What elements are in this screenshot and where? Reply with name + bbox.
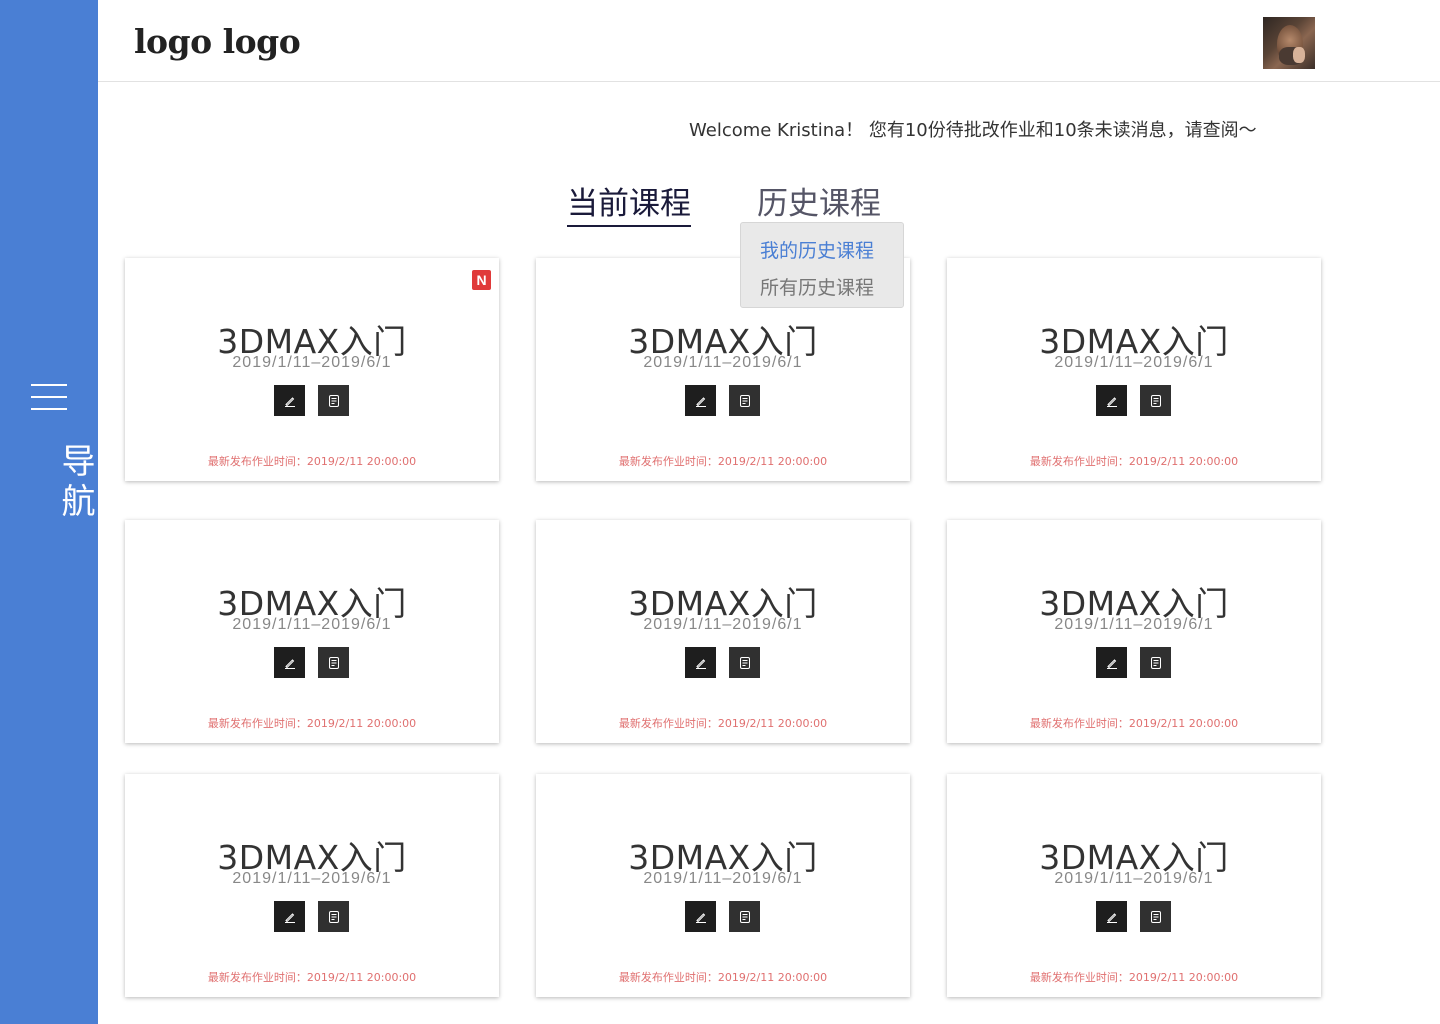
course-actions bbox=[274, 647, 349, 678]
notes-icon[interactable] bbox=[729, 901, 760, 932]
notes-icon[interactable] bbox=[318, 385, 349, 416]
nav-label[interactable]: 导航 bbox=[0, 433, 98, 533]
edit-icon[interactable] bbox=[685, 385, 716, 416]
course-actions bbox=[274, 385, 349, 416]
latest-assignment-time: 最新发布作业时间：2019/2/11 20:00:00 bbox=[207, 717, 417, 730]
course-dates: 2019/1/11–2019/6/1 bbox=[232, 616, 392, 633]
edit-icon[interactable] bbox=[274, 385, 305, 416]
course-card[interactable]: 3DMAX入门 2019/1/11–2019/6/1 最新发布作业时间：2019/2… bbox=[947, 774, 1321, 997]
course-dates: 2019/1/11–2019/6/1 bbox=[1054, 870, 1214, 887]
course-dates: 2019/1/11–2019/6/1 bbox=[1054, 616, 1214, 633]
course-actions bbox=[274, 901, 349, 932]
course-card[interactable]: 3DMAX入门 2019/1/11–2019/6/1 最新发布作业时间：2019/2… bbox=[536, 520, 910, 743]
course-dates: 2019/1/11–2019/6/1 bbox=[643, 354, 803, 371]
sidebar: 导航 bbox=[0, 0, 98, 1024]
notes-icon[interactable] bbox=[318, 901, 349, 932]
new-badge-icon: N bbox=[472, 270, 491, 290]
course-card[interactable]: 3DMAX入门 2019/1/11–2019/6/1 最新发布作业时间：2019/2… bbox=[125, 774, 499, 997]
course-card[interactable]: N 3DMAX入门 2019/1/11–2019/6/1 最新发布作业时间：2019/… bbox=[125, 258, 499, 481]
latest-assignment-time: 最新发布作业时间：2019/2/11 20:00:00 bbox=[618, 717, 828, 730]
header: logo logo bbox=[98, 0, 1440, 82]
course-actions bbox=[1096, 901, 1171, 932]
notes-icon[interactable] bbox=[1140, 901, 1171, 932]
course-actions bbox=[685, 647, 760, 678]
latest-assignment-time: 最新发布作业时间：2019/2/11 20:00:00 bbox=[1029, 455, 1239, 468]
user-avatar[interactable] bbox=[1263, 17, 1315, 69]
course-dates: 2019/1/11–2019/6/1 bbox=[232, 870, 392, 887]
edit-icon[interactable] bbox=[274, 647, 305, 678]
edit-icon[interactable] bbox=[685, 647, 716, 678]
course-dates: 2019/1/11–2019/6/1 bbox=[643, 870, 803, 887]
tab-history-courses[interactable]: 历史课程 bbox=[757, 178, 881, 223]
notes-icon[interactable] bbox=[729, 647, 760, 678]
nav-label-text: 导航 bbox=[55, 443, 95, 523]
edit-icon[interactable] bbox=[685, 901, 716, 932]
hamburger-icon[interactable] bbox=[31, 384, 67, 411]
course-dates: 2019/1/11–2019/6/1 bbox=[643, 616, 803, 633]
course-actions bbox=[685, 385, 760, 416]
notes-icon[interactable] bbox=[729, 385, 760, 416]
course-card[interactable]: 3DMAX入门 2019/1/11–2019/6/1 最新发布作业时间：2019/2… bbox=[947, 520, 1321, 743]
course-card[interactable]: 3DMAX入门 2019/1/11–2019/6/1 最新发布作业时间：2019/2… bbox=[947, 258, 1321, 481]
edit-icon[interactable] bbox=[274, 901, 305, 932]
course-dates: 2019/1/11–2019/6/1 bbox=[232, 354, 392, 371]
logo[interactable]: logo logo bbox=[134, 22, 301, 61]
course-actions bbox=[1096, 647, 1171, 678]
dropdown-item-all-history[interactable]: 所有历史课程 bbox=[760, 273, 874, 300]
notes-icon[interactable] bbox=[1140, 647, 1171, 678]
course-card[interactable]: 3DMAX入门 2019/1/11–2019/6/1 最新发布作业时间：2019/2… bbox=[536, 774, 910, 997]
latest-assignment-time: 最新发布作业时间：2019/2/11 20:00:00 bbox=[207, 971, 417, 984]
welcome-message: Welcome Kristina！ 您有10份待批改作业和10条未读消息，请查阅… bbox=[689, 120, 1257, 141]
latest-assignment-time: 最新发布作业时间：2019/2/11 20:00:00 bbox=[618, 455, 828, 468]
course-dates: 2019/1/11–2019/6/1 bbox=[1054, 354, 1214, 371]
history-dropdown: 我的历史课程 所有历史课程 bbox=[740, 222, 904, 308]
course-actions bbox=[685, 901, 760, 932]
edit-icon[interactable] bbox=[1096, 385, 1127, 416]
notes-icon[interactable] bbox=[1140, 385, 1171, 416]
latest-assignment-time: 最新发布作业时间：2019/2/11 20:00:00 bbox=[618, 971, 828, 984]
tab-current-courses[interactable]: 当前课程 bbox=[567, 178, 691, 227]
course-card[interactable]: 3DMAX入门 2019/1/11–2019/6/1 最新发布作业时间：2019/2… bbox=[125, 520, 499, 743]
latest-assignment-time: 最新发布作业时间：2019/2/11 20:00:00 bbox=[1029, 717, 1239, 730]
latest-assignment-time: 最新发布作业时间：2019/2/11 20:00:00 bbox=[1029, 971, 1239, 984]
edit-icon[interactable] bbox=[1096, 647, 1127, 678]
latest-assignment-time: 最新发布作业时间：2019/2/11 20:00:00 bbox=[207, 455, 417, 468]
notes-icon[interactable] bbox=[318, 647, 349, 678]
dropdown-item-my-history[interactable]: 我的历史课程 bbox=[760, 236, 874, 263]
course-actions bbox=[1096, 385, 1171, 416]
edit-icon[interactable] bbox=[1096, 901, 1127, 932]
